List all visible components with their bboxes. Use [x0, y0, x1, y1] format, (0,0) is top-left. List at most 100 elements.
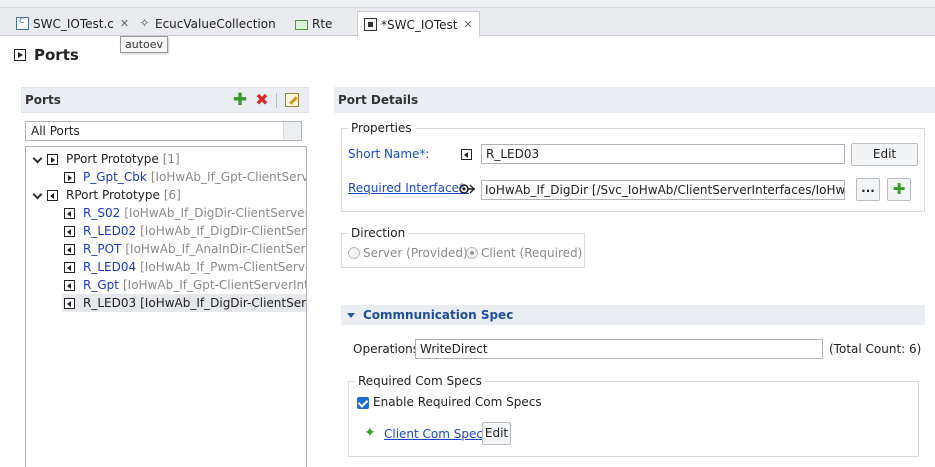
tab-swc-iotest[interactable]: *SWC_IOTest ✕ [357, 11, 480, 37]
port-name: R_POT [83, 242, 122, 256]
operations-label: Operations [353, 342, 419, 356]
add-icon[interactable]: ✚ [232, 92, 248, 109]
port-section-icon [14, 49, 26, 61]
tree-group-label: RPort Prototype [66, 188, 160, 202]
tree-item-port[interactable]: R_S02 [IoHwAb_If_DigDir-ClientServerInt [64, 204, 307, 222]
port-interface: [IoHwAb_If_DigDir-ClientServer [140, 224, 307, 238]
tab-label: SWC_IOTest.c [33, 16, 114, 31]
radio-label: Client (Required) [481, 246, 583, 260]
tab-ecuc-value-collection[interactable]: ✧ EcucValueCollection [132, 11, 282, 36]
port-interface: [IoHwAb_If_DigDir-ClientServer [140, 296, 307, 310]
close-icon[interactable]: ✕ [463, 18, 472, 31]
tree-group-count: [1] [162, 152, 180, 166]
port-interface: [IoHwAb_If_Pwm-ClientServerIn [140, 260, 306, 274]
swc-icon [364, 18, 377, 31]
tooltip: autoev [120, 36, 169, 53]
client-required-radio[interactable]: Client (Required) [466, 246, 582, 260]
ports-panel-header: Ports ✚ ✖ [21, 87, 309, 113]
port-details-header: Port Details [334, 87, 935, 113]
tree-group-count: [6] [163, 188, 181, 202]
filter-dropdown-button[interactable] [283, 122, 301, 140]
port-name: R_S02 [83, 206, 121, 220]
tree-item-port[interactable]: R_POT [IoHwAb_If_AnaInDir-ClientServer [64, 240, 307, 258]
tree-item-port[interactable]: R_Gpt [IoHwAb_If_Gpt-ClientServerInterfa [64, 276, 306, 294]
direction-group-label: Direction [348, 226, 409, 240]
rport-icon [64, 297, 75, 309]
chevron-down-icon[interactable] [33, 190, 43, 200]
communication-spec-title: Commnunication Spec [363, 308, 514, 322]
rport-icon [64, 243, 75, 255]
port-name: P_Gpt_Cbk [83, 170, 147, 184]
operations-select[interactable]: WriteDirect [415, 339, 823, 359]
tab-label: *SWC_IOTest [381, 17, 458, 32]
total-count: (Total Count: 6) [829, 342, 922, 356]
short-name-label: Short Name*: [348, 147, 430, 161]
delete-icon[interactable]: ✖ [254, 92, 270, 108]
rport-icon [47, 189, 58, 201]
browse-interface-button[interactable]: ... [856, 178, 880, 201]
short-name-edit-button[interactable]: Edit [851, 143, 918, 166]
tab-label: Rte [312, 16, 333, 31]
direction-group: Direction Server (Provided) Client (Requ… [341, 226, 585, 268]
client-com-spec-edit-button[interactable]: Edit [482, 422, 511, 445]
close-icon[interactable]: ✕ [120, 17, 129, 30]
port-filter-select[interactable]: All Ports [25, 121, 302, 141]
properties-group: Properties Short Name*: R_LED03 Edit Req… [341, 121, 925, 212]
tree-item-port[interactable]: P_Gpt_Cbk [IoHwAb_If_Gpt-ClientServerI [64, 168, 306, 186]
server-provided-radio[interactable]: Server (Provided) [348, 246, 468, 260]
chevron-down-icon[interactable] [33, 154, 43, 164]
pport-icon [64, 171, 75, 183]
radio-circle [466, 247, 478, 259]
tree-item-port[interactable]: R_LED02 [IoHwAb_If_DigDir-ClientServer [64, 222, 307, 240]
port-name: R_LED03 [83, 296, 137, 310]
client-com-spec-link[interactable]: Client Com Spec [384, 427, 483, 441]
port-details-title: Port Details [338, 93, 419, 107]
rport-icon [64, 261, 75, 273]
enable-com-specs-checkbox[interactable] [357, 397, 369, 409]
c-file-icon [16, 15, 29, 30]
page-title: Ports [34, 46, 79, 64]
rport-icon [64, 279, 75, 291]
properties-group-label: Properties [348, 121, 415, 135]
tree-group-rport[interactable]: RPort Prototype [6] [33, 186, 181, 204]
tree-item-port-selected[interactable]: R_LED03 [IoHwAb_If_DigDir-ClientServer [62, 294, 307, 312]
rport-icon [461, 149, 472, 160]
enable-com-specs-label: Enable Required Com Specs [373, 395, 542, 409]
ecuc-icon: ✧ [139, 16, 150, 30]
add-icon: ✚ [892, 180, 906, 198]
tab-rte[interactable]: Rte [289, 11, 338, 36]
required-com-specs-label: Required Com Specs [355, 374, 485, 388]
radio-label: Server (Provided) [363, 246, 468, 260]
com-spec-icon: ✦ [364, 425, 376, 441]
port-filter-value: All Ports [31, 124, 80, 138]
port-interface: [IoHwAb_If_AnaInDir-ClientServer [125, 242, 307, 256]
tree-group-pport[interactable]: PPort Prototype [1] [33, 150, 180, 168]
toolbar-divider [276, 93, 277, 108]
required-interface-input[interactable]: IoHwAb_If_DigDir [/Svc_IoHwAb/ClientServ… [481, 180, 845, 200]
tab-swc-iotest-c[interactable]: SWC_IOTest.c ✕ [10, 11, 135, 36]
add-interface-button[interactable]: ✚ [887, 178, 911, 201]
chevron-down-icon[interactable] [347, 312, 355, 318]
port-name: R_LED04 [83, 260, 137, 274]
port-interface: [IoHwAb_If_Gpt-ClientServerI [150, 170, 306, 184]
page-title-row: Ports [14, 46, 79, 64]
port-name: R_LED02 [83, 224, 137, 238]
short-name-input[interactable]: R_LED03 [481, 144, 845, 164]
pport-icon [47, 153, 58, 165]
port-name: R_Gpt [83, 278, 119, 292]
window-top-strip [0, 0, 935, 8]
rte-icon [295, 19, 308, 30]
port-interface: [IoHwAb_If_DigDir-ClientServerInt [124, 206, 307, 220]
client-server-interface-icon [459, 184, 475, 194]
edit-icon[interactable] [285, 93, 299, 107]
communication-spec-section[interactable]: Commnunication Spec [341, 305, 925, 325]
tree-item-port[interactable]: R_LED04 [IoHwAb_If_Pwm-ClientServerIn [64, 258, 306, 276]
required-interface-link[interactable]: Required Interface*: [348, 181, 469, 195]
ports-tree: PPort Prototype [1] P_Gpt_Cbk [IoHwAb_If… [25, 146, 307, 467]
tree-group-label: PPort Prototype [66, 152, 159, 166]
rport-icon [64, 225, 75, 237]
ports-panel-title: Ports [25, 93, 61, 107]
required-com-specs-group: Required Com Specs Enable Required Com S… [348, 374, 919, 457]
radio-circle [348, 247, 360, 259]
tab-label: EcucValueCollection [155, 16, 276, 31]
